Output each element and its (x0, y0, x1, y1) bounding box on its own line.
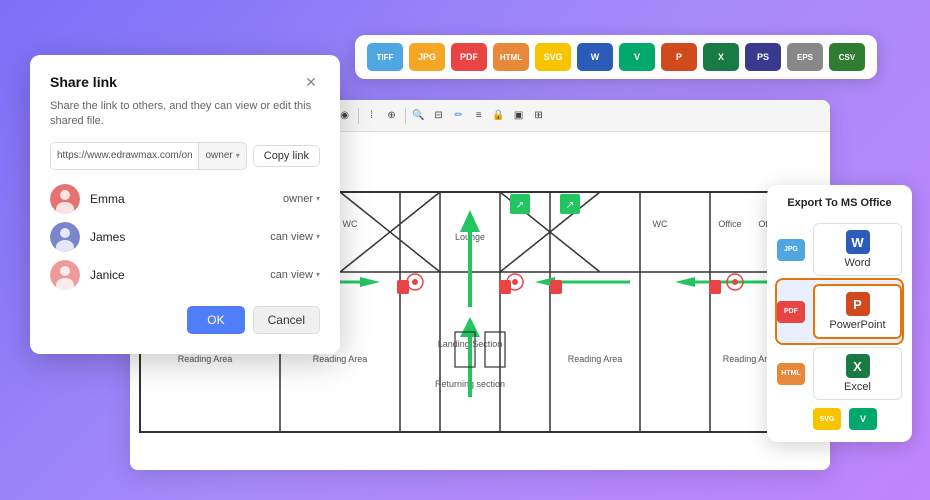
dialog-actions: OK Cancel (50, 306, 320, 334)
user-role-james[interactable]: can view ▾ (270, 231, 320, 243)
format-csv[interactable]: CSV (829, 43, 865, 71)
format-word-w[interactable]: W (577, 43, 613, 71)
link-input-group: owner ▾ (50, 142, 247, 170)
cancel-button[interactable]: Cancel (253, 306, 320, 334)
toolbar-dots[interactable]: ⁞ (363, 107, 381, 125)
svg-text:Reading Area: Reading Area (568, 354, 623, 364)
chevron-down-icon: ▾ (236, 151, 240, 160)
format-tiff[interactable]: TIFF (367, 43, 403, 71)
user-name-james: James (90, 230, 260, 244)
export-panel: Export To MS Office JPG W Word PDF P Pow… (767, 185, 912, 442)
toolbar-lines[interactable]: ≡ (470, 107, 488, 125)
export-row-excel: HTML X Excel (777, 343, 902, 404)
role-text: owner (205, 150, 232, 161)
chevron-down-james-icon: ▾ (316, 232, 320, 241)
svg-text:↗: ↗ (566, 200, 574, 211)
export-panel-title: Export To MS Office (777, 197, 902, 209)
avatar-emma (50, 184, 80, 214)
svg-text:Reading Area: Reading Area (178, 354, 233, 364)
powerpoint-icon: P (846, 292, 870, 316)
word-label: Word (822, 257, 893, 269)
format-excel-x[interactable]: X (703, 43, 739, 71)
excel-label: Excel (822, 381, 893, 393)
excel-icon: X (846, 354, 870, 378)
ok-button[interactable]: OK (187, 306, 244, 334)
toolbar-settings[interactable]: ⊞ (530, 107, 548, 125)
small-badge-jpg: JPG (777, 239, 805, 261)
toolbar-minus[interactable]: ⊟ (430, 107, 448, 125)
avatar-james (50, 222, 80, 252)
dialog-subtitle: Share the link to others, and they can v… (50, 99, 320, 130)
small-badge-pdf: PDF (777, 301, 805, 323)
copy-link-button[interactable]: Copy link (253, 145, 320, 167)
close-icon[interactable]: ✕ (302, 73, 320, 91)
toolbar-grid[interactable]: ▣ (510, 107, 528, 125)
svg-text:WC: WC (343, 219, 358, 229)
user-row-emma: Emma owner ▾ (50, 184, 320, 214)
chevron-down-janice-icon: ▾ (316, 270, 320, 279)
word-export-btn[interactable]: W Word (813, 223, 902, 276)
link-input[interactable] (51, 143, 198, 169)
format-jpg[interactable]: JPG (409, 43, 445, 71)
share-dialog: Share link ✕ Share the link to others, a… (30, 55, 340, 354)
format-ps[interactable]: PS (745, 43, 781, 71)
toolbar-pen[interactable]: ✏ (450, 107, 468, 125)
svg-text:↗: ↗ (516, 200, 524, 211)
user-name-emma: Emma (90, 192, 273, 206)
powerpoint-export-btn[interactable]: P PowerPoint (813, 284, 902, 339)
format-eps[interactable]: EPS (787, 43, 823, 71)
word-icon: W (846, 230, 870, 254)
user-row-janice: Janice can view ▾ (50, 260, 320, 290)
toolbar-zoom[interactable]: 🔍 (410, 107, 428, 125)
toolbar-divider-2 (358, 108, 359, 124)
excel-export-btn[interactable]: X Excel (813, 347, 902, 400)
toolbar-plus[interactable]: ⊕ (383, 107, 401, 125)
toolbar-divider-3 (405, 108, 406, 124)
format-html[interactable]: HTML (493, 43, 529, 71)
svg-text:WC: WC (653, 219, 668, 229)
export-row-word: JPG W Word (777, 219, 902, 280)
avatar-janice (50, 260, 80, 290)
format-visio-v[interactable]: V (619, 43, 655, 71)
format-ppt-p[interactable]: P (661, 43, 697, 71)
chevron-down-emma-icon: ▾ (316, 194, 320, 203)
dialog-header: Share link ✕ (50, 73, 320, 91)
small-badge-html: HTML (777, 363, 805, 385)
user-name-janice: Janice (90, 268, 260, 282)
user-role-emma[interactable]: owner ▾ (283, 193, 320, 205)
powerpoint-label: PowerPoint (823, 319, 892, 331)
user-row-james: James can view ▾ (50, 222, 320, 252)
export-row-powerpoint: PDF P PowerPoint (777, 280, 902, 343)
user-role-janice[interactable]: can view ▾ (270, 269, 320, 281)
link-role-selector[interactable]: owner ▾ (198, 143, 245, 169)
small-badge-visio: V (849, 408, 877, 430)
dialog-title: Share link (50, 74, 117, 90)
format-svg[interactable]: SVG (535, 43, 571, 71)
small-badge-svg: SVG (813, 408, 841, 430)
export-panel-body: JPG W Word PDF P PowerPoint HTML X Excel… (777, 219, 902, 430)
user-list: Emma owner ▾ James can view ▾ Janice (50, 184, 320, 290)
extra-badges: SVG V (777, 404, 902, 430)
toolbar-lock[interactable]: 🔒 (490, 107, 508, 125)
svg-text:Office: Office (718, 219, 741, 229)
export-format-toolbar: TIFF JPG PDF HTML SVG W V P X PS EPS CSV (355, 35, 877, 79)
svg-text:Reading Area: Reading Area (313, 354, 368, 364)
link-row: owner ▾ Copy link (50, 142, 320, 170)
format-pdf[interactable]: PDF (451, 43, 487, 71)
